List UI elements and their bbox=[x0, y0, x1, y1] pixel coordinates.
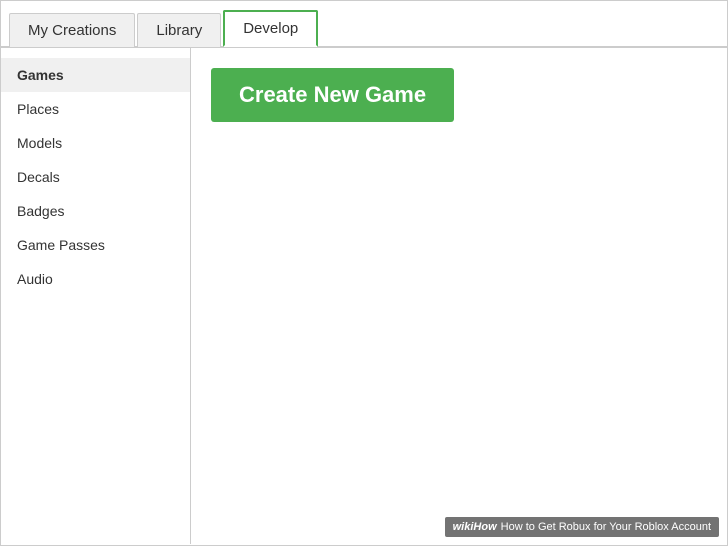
sidebar-item-models[interactable]: Models bbox=[1, 126, 190, 160]
sidebar-item-games-label: Games bbox=[17, 67, 64, 83]
tab-bar: My Creations Library Develop bbox=[1, 1, 727, 48]
wikihow-watermark: wikiHow How to Get Robux for Your Roblox… bbox=[445, 517, 719, 537]
sidebar-item-places[interactable]: Places bbox=[1, 92, 190, 126]
wikihow-description: How to Get Robux for Your Roblox Account bbox=[501, 521, 711, 533]
tab-develop-label: Develop bbox=[243, 20, 298, 37]
sidebar-item-audio-label: Audio bbox=[17, 271, 53, 287]
sidebar-item-decals[interactable]: Decals bbox=[1, 160, 190, 194]
sidebar-item-models-label: Models bbox=[17, 135, 62, 151]
tab-library[interactable]: Library bbox=[137, 13, 221, 47]
sidebar-item-places-label: Places bbox=[17, 101, 59, 117]
create-new-game-button-label: Create New Game bbox=[239, 82, 426, 107]
create-new-game-button[interactable]: Create New Game bbox=[211, 68, 454, 122]
sidebar-item-badges-label: Badges bbox=[17, 203, 64, 219]
tab-develop[interactable]: Develop bbox=[223, 10, 318, 47]
sidebar-item-game-passes[interactable]: Game Passes bbox=[1, 228, 190, 262]
page-frame: My Creations Library Develop Games Place… bbox=[0, 0, 728, 546]
sidebar-item-decals-label: Decals bbox=[17, 169, 60, 185]
sidebar-item-game-passes-label: Game Passes bbox=[17, 237, 105, 253]
tab-my-creations-label: My Creations bbox=[28, 22, 116, 39]
sidebar-item-badges[interactable]: Badges bbox=[1, 194, 190, 228]
tab-library-label: Library bbox=[156, 22, 202, 39]
wikihow-logo: wikiHow bbox=[453, 521, 497, 533]
main-content: Create New Game bbox=[191, 48, 727, 544]
content-area: Games Places Models Decals Badges Game P… bbox=[1, 48, 727, 544]
sidebar: Games Places Models Decals Badges Game P… bbox=[1, 48, 191, 544]
sidebar-item-audio[interactable]: Audio bbox=[1, 262, 190, 296]
sidebar-item-games[interactable]: Games bbox=[1, 58, 190, 92]
tab-my-creations[interactable]: My Creations bbox=[9, 13, 135, 47]
